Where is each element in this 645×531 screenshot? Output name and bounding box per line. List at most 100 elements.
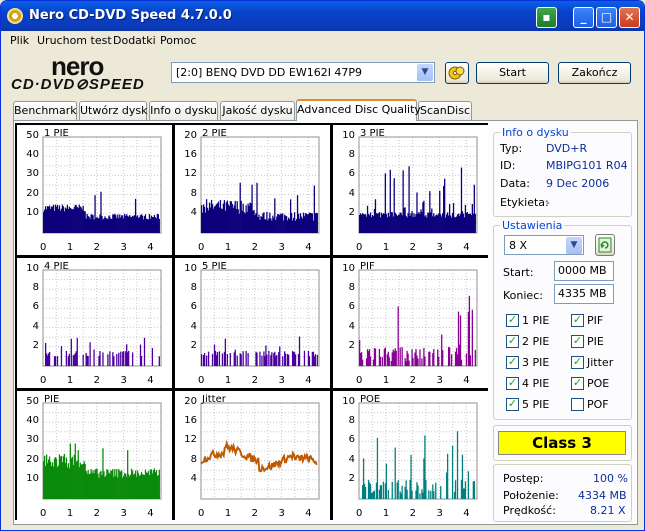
chevron-down-icon[interactable]: ▼: [417, 64, 433, 81]
checkbox-jitter[interactable]: ✓: [571, 356, 584, 369]
data-bar: [226, 353, 228, 366]
data-bar: [433, 349, 435, 366]
menu-plik[interactable]: Plik: [10, 34, 29, 47]
start-input[interactable]: 0000 MB: [554, 261, 614, 281]
x-tick-label: 1: [382, 242, 390, 253]
minimize-button[interactable]: _: [573, 7, 594, 28]
data-bar: [266, 354, 268, 366]
type-value: DVD+R: [546, 142, 588, 155]
checkbox-5-pie[interactable]: ✓: [506, 398, 519, 411]
checkbox-1-pie[interactable]: ✓: [506, 314, 519, 327]
data-bar: [240, 354, 242, 366]
tab-info-o-dysku[interactable]: Info o dysku: [149, 101, 218, 120]
data-bar: [116, 353, 118, 366]
data-bar: [412, 357, 414, 366]
disc-label-value: -: [546, 196, 550, 209]
checkbox-poe[interactable]: ✓: [571, 377, 584, 390]
graph-title: 2 PIE: [202, 128, 227, 139]
x-tick-label: 1: [224, 508, 232, 519]
end-button[interactable]: Zakończ: [558, 62, 631, 84]
data-bar: [68, 353, 70, 366]
speed-value: 8.21 X: [590, 504, 626, 517]
data-bar: [424, 356, 426, 366]
checkbox-label: PIF: [587, 314, 604, 327]
data-bar: [442, 350, 444, 366]
tab-scandisc[interactable]: ScanDisc: [418, 101, 472, 120]
end-input[interactable]: 4335 MB: [554, 284, 614, 304]
tab-benchmark[interactable]: Benchmark: [13, 101, 77, 120]
x-tick-label: 2: [93, 375, 100, 386]
settings-legend: Ustawienia: [500, 219, 565, 232]
type-label: Typ:: [500, 142, 523, 155]
checkbox-pof[interactable]: [571, 398, 584, 411]
data-bar: [450, 354, 453, 366]
y-tick-label: 6: [32, 301, 39, 313]
data-bar: [464, 481, 467, 499]
tray-button[interactable]: ▪: [536, 7, 557, 28]
maximize-button[interactable]: □: [596, 7, 617, 28]
tab-utworz-dysk[interactable]: Utwórz dysk: [79, 101, 147, 120]
eject-button[interactable]: [445, 62, 469, 84]
x-tick-label: 2: [251, 375, 258, 386]
x-tick-label: 4: [463, 508, 470, 519]
tab-jakosc-dysku[interactable]: Jakość dysku: [220, 101, 295, 120]
x-tick-label: 0: [40, 508, 47, 519]
y-tick-label: 12: [184, 168, 197, 180]
data-bar: [308, 356, 311, 366]
checkbox-2-pie[interactable]: ✓: [506, 335, 519, 348]
graph-canvas: [42, 136, 162, 234]
data-bar: [218, 351, 221, 366]
menu-pomoc[interactable]: Pomoc: [160, 34, 196, 47]
x-tick-label: 1: [66, 375, 74, 386]
data-bar: [369, 356, 372, 366]
data-bar: [471, 309, 473, 366]
data-bar: [385, 463, 387, 499]
refresh-icon: [598, 237, 612, 253]
x-tick-label: 1: [382, 508, 390, 519]
chevron-down-icon[interactable]: ▼: [566, 237, 582, 254]
data-bar: [158, 218, 160, 233]
y-tick-label: 30: [26, 168, 39, 180]
x-tick-label: 4: [147, 242, 154, 253]
y-tick-label: 40: [26, 415, 39, 427]
data-bar: [118, 352, 120, 366]
checkbox-label: 2 PIE: [522, 335, 550, 348]
date-value: 9 Dec 2006: [546, 177, 610, 190]
y-tick-label: 10: [184, 263, 197, 274]
menu-uruchom-test[interactable]: Uruchom test: [37, 34, 112, 47]
data-bar: [376, 437, 379, 499]
data-bar: [276, 354, 278, 366]
data-bar: [285, 353, 287, 366]
data-bar: [381, 357, 384, 366]
data-bar: [401, 347, 403, 366]
data-bar: [216, 352, 219, 366]
tab-advanced-disc-quality[interactable]: Advanced Disc Quality: [296, 99, 421, 121]
x-tick-label: 2: [409, 508, 416, 519]
refresh-speed-button[interactable]: [595, 234, 615, 256]
checkbox-pif[interactable]: ✓: [571, 314, 584, 327]
data-bar: [82, 354, 84, 366]
checkbox-4-pie[interactable]: ✓: [506, 377, 519, 390]
y-tick-label: 4: [190, 206, 197, 218]
disc-refresh-icon: [448, 66, 465, 80]
x-tick-label: 2: [409, 242, 416, 253]
y-tick-label: 20: [26, 187, 39, 199]
data-bar: [419, 493, 421, 499]
checkbox-pie[interactable]: ✓: [571, 335, 584, 348]
data-bar: [279, 346, 281, 366]
start-button[interactable]: Start: [476, 62, 549, 84]
checkbox-3-pie[interactable]: ✓: [506, 356, 519, 369]
graph-poe: POE 2 4 6 8 10 0 1 2 3 4: [333, 391, 488, 521]
x-tick-label: 4: [305, 508, 312, 519]
drive-select[interactable]: [2:0] BENQ DVD DD EW162I 47P9 ▼: [171, 62, 435, 83]
close-button[interactable]: ✕: [619, 7, 640, 28]
y-tick-label: 16: [184, 415, 197, 427]
data-bar: [236, 355, 238, 366]
menu-dodatki[interactable]: Dodatki: [113, 34, 156, 47]
data-bar: [411, 490, 413, 499]
data-bar: [158, 356, 160, 366]
speed-select[interactable]: 8 X ▼: [504, 235, 584, 255]
y-tick-label: 4: [348, 453, 355, 465]
y-tick-label: 20: [26, 453, 39, 465]
graph-canvas: [200, 269, 320, 367]
